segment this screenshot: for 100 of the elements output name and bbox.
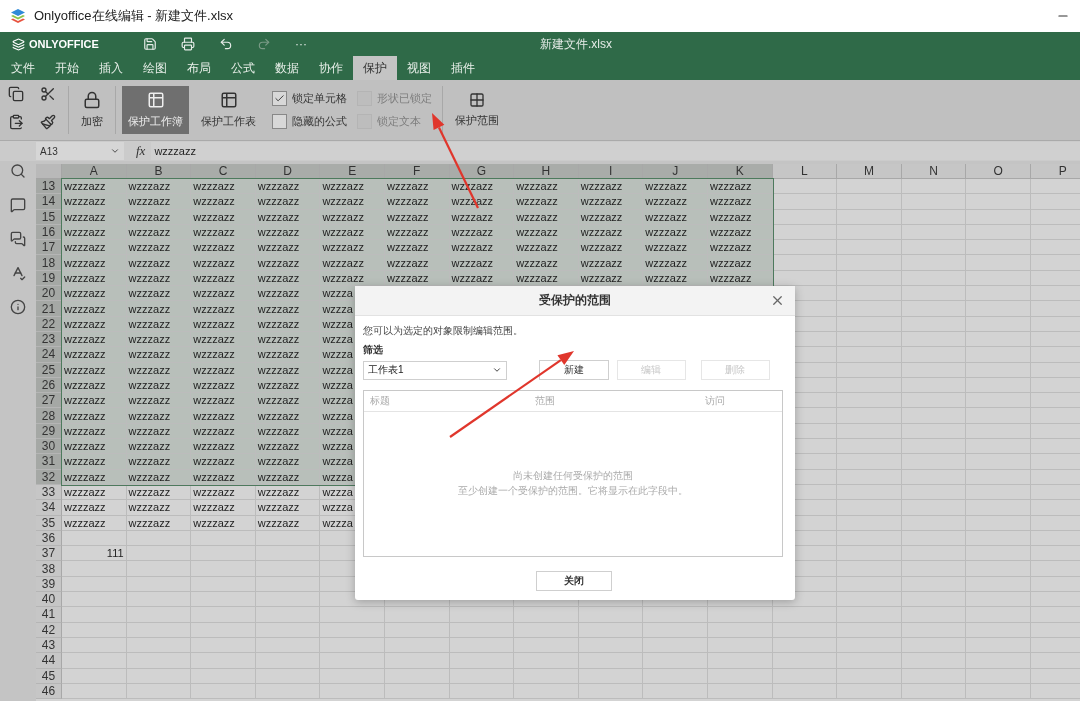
table-cell: wzzzazz — [449, 255, 515, 271]
table-cell: wzzzazz — [191, 439, 256, 455]
column-header[interactable]: N — [901, 164, 967, 179]
column-header[interactable]: O — [966, 164, 1031, 179]
ribbon-tab[interactable]: 布局 — [177, 56, 221, 80]
protect-range-button[interactable]: 保护范围 — [449, 86, 505, 134]
info-icon[interactable] — [10, 299, 26, 315]
row-header[interactable]: 37 — [36, 546, 62, 562]
grid-icon — [469, 92, 485, 108]
table-cell — [772, 255, 838, 271]
print-icon[interactable] — [180, 37, 195, 51]
row-header[interactable]: 17 — [36, 240, 62, 256]
table-cell: wzzzazz — [191, 454, 256, 470]
row-header[interactable]: 31 — [36, 454, 62, 470]
table-cell: wzzzazz — [449, 240, 515, 256]
ribbon-tab[interactable]: 文件 — [1, 56, 45, 80]
table-cell — [578, 607, 644, 623]
row-header[interactable]: 41 — [36, 607, 62, 623]
column-header[interactable]: L — [772, 164, 838, 179]
dialog-button[interactable]: 新建 — [539, 360, 609, 380]
table-cell: wzzzazz — [255, 240, 321, 256]
table-cell — [514, 607, 579, 623]
undo-icon[interactable] — [218, 37, 233, 51]
row-header[interactable]: 44 — [36, 653, 62, 669]
table-cell: wzzzazz — [255, 439, 321, 455]
row-header[interactable]: 30 — [36, 439, 62, 455]
table-cell: wzzzazz — [384, 240, 450, 256]
table-cell: wzzzazz — [707, 255, 773, 271]
protect-button[interactable]: 保护工作簿 — [122, 86, 189, 134]
table-icon — [146, 91, 165, 109]
more-button[interactable]: ··· — [294, 37, 307, 51]
ribbon-tab[interactable]: 公式 — [221, 56, 265, 80]
ribbon-tab[interactable]: 绘图 — [133, 56, 177, 80]
document-name: 新建文件.xlsx — [540, 35, 612, 53]
ribbon-tab[interactable]: 协作 — [309, 56, 353, 80]
table-cell — [772, 179, 838, 195]
table-cell: wzzzazz — [62, 255, 127, 271]
row-header[interactable]: 21 — [36, 301, 62, 317]
check-icon — [274, 93, 285, 104]
row-header[interactable]: 18 — [36, 255, 62, 271]
table-cell — [449, 607, 515, 623]
ribbon-tab[interactable]: 保护 — [353, 56, 397, 80]
table-cell: wzzzazz — [62, 393, 127, 409]
column-header[interactable]: M — [837, 164, 902, 179]
row-header[interactable]: 27 — [36, 393, 62, 409]
table-cell — [643, 607, 708, 623]
search-icon[interactable] — [10, 163, 26, 179]
row-header[interactable]: 40 — [36, 592, 62, 608]
table-cell: wzzzazz — [707, 240, 773, 256]
spellcheck-icon[interactable] — [10, 265, 26, 281]
onlyoffice-logo: ONLYOFFICE — [12, 37, 99, 51]
table-cell: wzzzazz — [320, 255, 385, 271]
table-cell: wzzzazz — [191, 301, 256, 317]
table-cell — [772, 194, 838, 210]
table-cell: wzzzazz — [578, 255, 644, 271]
encrypt-button[interactable]: 加密 — [75, 86, 109, 134]
row-header[interactable]: 20 — [36, 286, 62, 302]
table-cell: wzzzazz — [126, 500, 192, 516]
row-header[interactable]: 28 — [36, 408, 62, 424]
sheet-dropdown[interactable]: 工作表1 — [363, 360, 508, 380]
option-checkbox[interactable]: 锁定单元格 — [272, 91, 347, 106]
table-cell: wzzzazz — [255, 347, 321, 363]
table-cell — [837, 179, 902, 195]
table-cell: wzzzazz — [255, 393, 321, 409]
comment-icon[interactable] — [10, 197, 26, 213]
table-cell: wzzzazz — [62, 439, 127, 455]
name-box[interactable]: A13 — [36, 142, 124, 160]
ribbon-tab[interactable]: 开始 — [45, 56, 89, 80]
formula-field[interactable]: wzzzazz — [151, 142, 1080, 160]
close-button[interactable]: 关闭 — [536, 571, 612, 591]
table-cell: wzzzazz — [320, 240, 385, 256]
table-cell: wzzzazz — [62, 179, 127, 195]
column-header[interactable]: P — [1030, 164, 1080, 179]
table-cell: wzzzazz — [578, 179, 644, 195]
table-cell: wzzzazz — [643, 240, 708, 256]
table-cell: wzzzazz — [255, 286, 321, 302]
ribbon-tab[interactable]: 视图 — [397, 56, 441, 80]
ribbon-tab[interactable]: 插入 — [89, 56, 133, 80]
table-cell: wzzzazz — [126, 194, 192, 210]
table-cell: wzzzazz — [707, 194, 773, 210]
chat-icon[interactable] — [10, 231, 26, 247]
protect-button[interactable]: 保护工作表 — [195, 86, 262, 134]
table-cell: wzzzazz — [62, 500, 127, 516]
row-header[interactable]: 13 — [36, 179, 62, 195]
save-icon[interactable] — [142, 37, 157, 51]
row-header[interactable]: 24 — [36, 347, 62, 363]
close-icon[interactable] — [770, 293, 785, 308]
row-header[interactable]: 14 — [36, 194, 62, 210]
ribbon-tab[interactable]: 数据 — [265, 56, 309, 80]
table-cell — [901, 179, 967, 195]
table-cell: wzzzazz — [643, 194, 708, 210]
table-cell: wzzzazz — [320, 194, 385, 210]
ribbon-tab[interactable]: 插件 — [441, 56, 485, 80]
window-title: Onlyoffice在线编辑 - 新建文件.xlsx — [34, 7, 235, 25]
option-checkbox[interactable]: 隐藏的公式 — [272, 114, 347, 129]
row-header[interactable]: 38 — [36, 561, 62, 577]
table-cell: wzzzazz — [384, 255, 450, 271]
table-cell: wzzzazz — [126, 255, 192, 271]
row-header[interactable]: 34 — [36, 500, 62, 516]
function-button[interactable]: fx — [124, 143, 152, 159]
